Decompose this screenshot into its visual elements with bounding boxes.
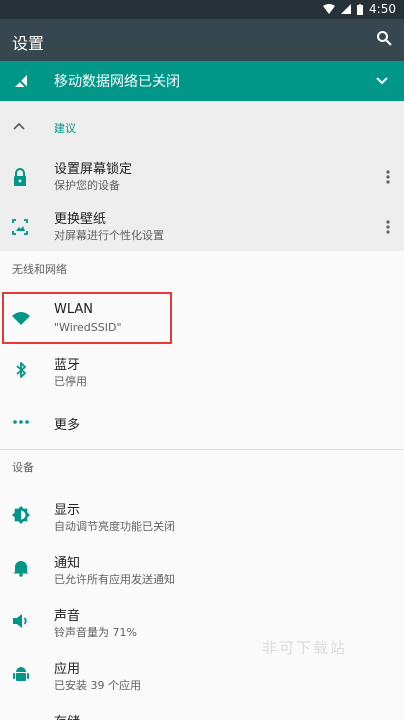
status-bar: 4:50 (0, 0, 404, 19)
banner-text: 移动数据网络已关闭 (54, 74, 180, 90)
item-title: 显示 (54, 503, 81, 518)
section-header-wireless: 无线和网络 (12, 263, 67, 276)
section-divider (0, 449, 404, 450)
suggestions-label: 建议 (54, 122, 76, 135)
chevron-up-icon[interactable] (12, 120, 26, 134)
watermark-text: 非可下载站 (262, 639, 348, 657)
suggestion-title: 设置屏幕锁定 (54, 162, 133, 177)
android-icon (13, 667, 29, 681)
wallpaper-icon (12, 219, 28, 235)
item-subtitle: 已停用 (54, 375, 87, 388)
suggestions-header[interactable]: 建议 (0, 101, 404, 151)
suggestion-subtitle: 保护您的设备 (54, 179, 120, 192)
cell-signal-icon (341, 4, 352, 14)
item-title: 通知 (54, 556, 81, 571)
bluetooth-icon (16, 362, 26, 378)
item-subtitle: 铃声音量为 71% (54, 626, 137, 639)
lock-icon (14, 168, 26, 186)
settings-item-storage[interactable]: 存储 (0, 701, 404, 720)
suggestion-title: 更换壁纸 (54, 212, 107, 227)
volume-icon (13, 614, 27, 628)
more-horiz-icon (13, 420, 29, 424)
suggestion-wallpaper[interactable]: 更换壁纸 对屏幕进行个性化设置 (0, 201, 404, 251)
brightness-icon (12, 506, 30, 524)
item-title: 存储 (54, 711, 80, 720)
mobile-data-off-icon (13, 74, 28, 89)
item-title: 声音 (54, 609, 81, 624)
settings-item-display[interactable]: 显示 自动调节亮度功能已关闭 (0, 489, 404, 541)
battery-icon (357, 3, 364, 15)
item-subtitle: 已允许所有应用发送通知 (54, 573, 175, 586)
highlight-box (2, 292, 172, 344)
item-title: 应用 (54, 662, 81, 677)
section-header-device: 设备 (12, 461, 34, 474)
search-icon[interactable] (376, 30, 392, 46)
status-time: 4:50 (369, 2, 396, 16)
item-title: 更多 (54, 418, 81, 433)
item-subtitle: 已安装 39 个应用 (54, 679, 141, 692)
item-subtitle: 自动调节亮度功能已关闭 (54, 520, 175, 533)
settings-item-bluetooth[interactable]: 蓝牙 已停用 (0, 344, 404, 396)
bell-icon (13, 561, 29, 577)
item-title: 蓝牙 (54, 358, 81, 373)
suggestions-panel: 建议 设置屏幕锁定 保护您的设备 更换壁纸 对屏幕进行个性化设置 (0, 101, 404, 251)
app-bar: 设置 (0, 19, 404, 61)
more-vert-icon[interactable] (386, 169, 390, 185)
suggestion-screen-lock[interactable]: 设置屏幕锁定 保护您的设备 (0, 151, 404, 201)
settings-item-notifications[interactable]: 通知 已允许所有应用发送通知 (0, 542, 404, 594)
mobile-data-banner[interactable]: 移动数据网络已关闭 (0, 61, 404, 101)
chevron-down-icon[interactable] (374, 73, 390, 89)
status-icons: 4:50 (323, 2, 396, 16)
more-vert-icon[interactable] (386, 219, 390, 235)
suggestion-subtitle: 对屏幕进行个性化设置 (54, 229, 164, 242)
page-title: 设置 (12, 34, 45, 53)
wifi-signal-icon (323, 4, 336, 14)
settings-item-more[interactable]: 更多 (0, 396, 404, 448)
